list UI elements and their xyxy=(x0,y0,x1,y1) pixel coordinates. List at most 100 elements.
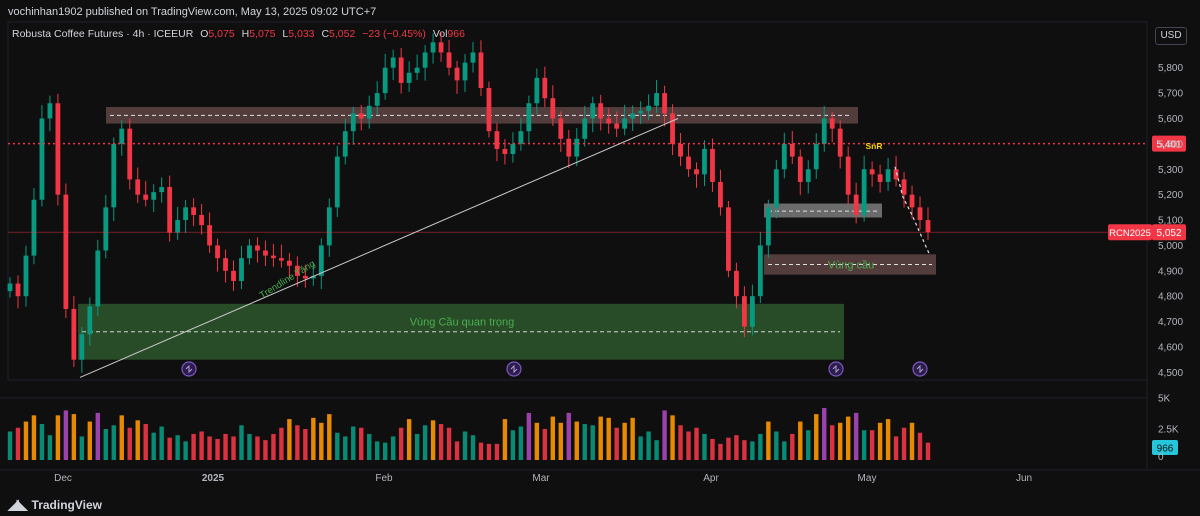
candle-body[interactable] xyxy=(486,88,492,132)
candle-body[interactable] xyxy=(805,169,811,182)
candle-body[interactable] xyxy=(813,143,819,170)
candle-body[interactable] xyxy=(773,169,779,208)
candle-body[interactable] xyxy=(79,334,85,360)
candle-body[interactable] xyxy=(207,225,212,246)
candle-body[interactable] xyxy=(47,103,53,119)
candle-body[interactable] xyxy=(382,67,388,94)
candle-body[interactable] xyxy=(23,255,29,297)
candle-body[interactable] xyxy=(678,143,683,157)
candle-body[interactable] xyxy=(606,118,612,124)
candle-body[interactable] xyxy=(318,245,324,276)
candle-body[interactable] xyxy=(302,275,308,279)
candle-body[interactable] xyxy=(662,93,667,114)
candle-body[interactable] xyxy=(286,260,292,266)
candle-body[interactable] xyxy=(438,42,444,53)
candle-body[interactable] xyxy=(694,169,699,175)
candle-body[interactable] xyxy=(718,181,723,208)
candle-body[interactable] xyxy=(877,174,883,182)
candle-body[interactable] xyxy=(255,245,260,251)
candle-body[interactable] xyxy=(247,245,252,259)
candle-body[interactable] xyxy=(821,118,827,144)
candle-body[interactable] xyxy=(167,187,173,233)
candle-body[interactable] xyxy=(518,131,524,144)
candle-body[interactable] xyxy=(414,67,420,73)
candle-body[interactable] xyxy=(670,113,675,144)
candle-body[interactable] xyxy=(135,179,141,195)
candle-body[interactable] xyxy=(797,156,803,182)
candle-body[interactable] xyxy=(638,110,644,114)
candle-body[interactable] xyxy=(765,207,771,246)
candle-body[interactable] xyxy=(199,214,204,226)
candle-body[interactable] xyxy=(390,57,396,68)
candle-body[interactable] xyxy=(582,118,588,139)
candle-body[interactable] xyxy=(853,194,859,215)
candle-body[interactable] xyxy=(119,128,125,144)
candle-body[interactable] xyxy=(574,138,580,157)
candle-body[interactable] xyxy=(885,169,891,182)
candle-body[interactable] xyxy=(15,283,21,297)
candle-body[interactable] xyxy=(159,187,165,193)
candle-body[interactable] xyxy=(350,113,356,132)
candle-body[interactable] xyxy=(837,128,843,157)
candle-body[interactable] xyxy=(263,250,268,256)
candle-body[interactable] xyxy=(374,93,380,106)
candle-body[interactable] xyxy=(87,306,93,335)
candle-body[interactable] xyxy=(39,118,45,200)
candle-body[interactable] xyxy=(710,148,715,182)
candle-body[interactable] xyxy=(550,98,556,119)
candle-body[interactable] xyxy=(542,77,548,99)
candle-body[interactable] xyxy=(55,103,61,195)
candle-body[interactable] xyxy=(742,296,747,327)
candle-body[interactable] xyxy=(622,118,628,129)
candle-body[interactable] xyxy=(845,156,851,195)
candle-body[interactable] xyxy=(598,103,604,119)
candle-body[interactable] xyxy=(614,123,620,129)
candle-body[interactable] xyxy=(558,118,564,139)
candle-body[interactable] xyxy=(326,207,332,246)
candle-body[interactable] xyxy=(95,250,101,307)
candle-body[interactable] xyxy=(654,93,659,106)
candle-body[interactable] xyxy=(422,52,428,68)
candle-body[interactable] xyxy=(917,207,923,221)
tradingview-logo[interactable]: ◢◣ TradingView xyxy=(8,496,102,513)
candle-body[interactable] xyxy=(749,296,755,327)
candle-body[interactable] xyxy=(494,131,500,149)
candle-body[interactable] xyxy=(789,143,795,157)
candle-body[interactable] xyxy=(462,62,468,81)
candle-body[interactable] xyxy=(111,143,117,208)
candle-body[interactable] xyxy=(502,148,508,155)
candle-body[interactable] xyxy=(646,105,652,111)
price-chart[interactable]: 5,401RCN2025 5,052Trendline TăngVùng Cầu … xyxy=(0,0,1200,516)
candle-body[interactable] xyxy=(454,67,460,81)
candle-body[interactable] xyxy=(909,194,915,208)
candle-body[interactable] xyxy=(901,179,907,195)
candle-body[interactable] xyxy=(734,270,739,297)
candle-body[interactable] xyxy=(510,143,516,155)
candle-body[interactable] xyxy=(526,103,532,132)
candle-body[interactable] xyxy=(893,169,899,180)
candle-body[interactable] xyxy=(366,105,372,119)
candle-body[interactable] xyxy=(630,113,636,119)
candle-body[interactable] xyxy=(478,52,484,89)
candle-body[interactable] xyxy=(686,156,691,170)
candle-body[interactable] xyxy=(702,148,707,175)
candle-body[interactable] xyxy=(861,169,867,215)
candle-body[interactable] xyxy=(71,308,77,360)
candle-body[interactable] xyxy=(430,42,436,53)
candle-body[interactable] xyxy=(726,207,731,271)
candle-body[interactable] xyxy=(63,194,69,309)
candle-body[interactable] xyxy=(925,220,931,233)
candle-body[interactable] xyxy=(869,169,875,175)
candle-body[interactable] xyxy=(191,207,196,215)
candle-body[interactable] xyxy=(7,283,13,292)
candle-body[interactable] xyxy=(127,128,133,180)
candle-body[interactable] xyxy=(143,194,149,200)
candle-body[interactable] xyxy=(223,258,228,271)
candle-body[interactable] xyxy=(103,207,109,251)
candle-body[interactable] xyxy=(183,207,189,221)
candle-body[interactable] xyxy=(151,192,157,200)
candle-body[interactable] xyxy=(279,258,284,261)
candle-body[interactable] xyxy=(231,270,236,281)
candle-body[interactable] xyxy=(239,258,244,281)
candle-body[interactable] xyxy=(398,57,404,83)
